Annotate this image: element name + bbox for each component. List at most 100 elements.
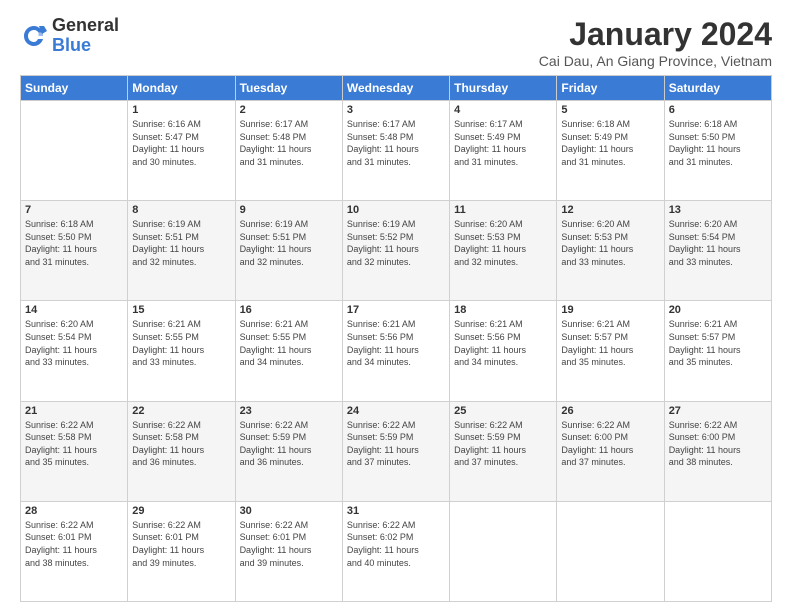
table-row: 18 Sunrise: 6:21 AM Sunset: 5:56 PM Dayli… bbox=[450, 301, 557, 401]
col-tuesday: Tuesday bbox=[235, 76, 342, 101]
logo-icon bbox=[20, 22, 48, 50]
day-number: 25 bbox=[454, 405, 552, 417]
table-row: 26 Sunrise: 6:22 AM Sunset: 6:00 PM Dayli… bbox=[557, 401, 664, 501]
day-number: 1 bbox=[132, 104, 230, 116]
day-number: 8 bbox=[132, 204, 230, 216]
day-number: 19 bbox=[561, 304, 659, 316]
table-row: 20 Sunrise: 6:21 AM Sunset: 5:57 PM Dayli… bbox=[664, 301, 771, 401]
day-info: Sunrise: 6:21 AM Sunset: 5:55 PM Dayligh… bbox=[240, 318, 338, 368]
day-info: Sunrise: 6:18 AM Sunset: 5:50 PM Dayligh… bbox=[669, 118, 767, 168]
day-info: Sunrise: 6:20 AM Sunset: 5:54 PM Dayligh… bbox=[25, 318, 123, 368]
day-info: Sunrise: 6:19 AM Sunset: 5:52 PM Dayligh… bbox=[347, 218, 445, 268]
day-info: Sunrise: 6:22 AM Sunset: 6:00 PM Dayligh… bbox=[561, 419, 659, 469]
logo-general-text: General bbox=[52, 16, 119, 36]
day-number: 17 bbox=[347, 304, 445, 316]
day-info: Sunrise: 6:22 AM Sunset: 5:58 PM Dayligh… bbox=[132, 419, 230, 469]
table-row: 12 Sunrise: 6:20 AM Sunset: 5:53 PM Dayli… bbox=[557, 201, 664, 301]
day-number: 15 bbox=[132, 304, 230, 316]
logo-text: General Blue bbox=[52, 16, 119, 56]
day-info: Sunrise: 6:17 AM Sunset: 5:49 PM Dayligh… bbox=[454, 118, 552, 168]
day-number: 6 bbox=[669, 104, 767, 116]
day-number: 22 bbox=[132, 405, 230, 417]
day-number: 10 bbox=[347, 204, 445, 216]
day-number: 4 bbox=[454, 104, 552, 116]
header: General Blue January 2024 Cai Dau, An Gi… bbox=[20, 16, 772, 69]
day-info: Sunrise: 6:19 AM Sunset: 5:51 PM Dayligh… bbox=[240, 218, 338, 268]
day-info: Sunrise: 6:21 AM Sunset: 5:55 PM Dayligh… bbox=[132, 318, 230, 368]
day-number: 28 bbox=[25, 505, 123, 517]
table-row: 19Sunrise: 6:21 AM Sunset: 5:57 PM Dayli… bbox=[557, 301, 664, 401]
day-number: 2 bbox=[240, 104, 338, 116]
table-row: 2 Sunrise: 6:17 AM Sunset: 5:48 PM Daylig… bbox=[235, 101, 342, 201]
day-number: 26 bbox=[561, 405, 659, 417]
calendar-week-row: 7Sunrise: 6:18 AM Sunset: 5:50 PM Daylig… bbox=[21, 201, 772, 301]
col-wednesday: Wednesday bbox=[342, 76, 449, 101]
table-row: 3 Sunrise: 6:17 AM Sunset: 5:48 PM Daylig… bbox=[342, 101, 449, 201]
table-row: 21 Sunrise: 6:22 AM Sunset: 5:58 PM Dayli… bbox=[21, 401, 128, 501]
day-info: Sunrise: 6:22 AM Sunset: 5:58 PM Dayligh… bbox=[25, 419, 123, 469]
table-row: 15 Sunrise: 6:21 AM Sunset: 5:55 PM Dayli… bbox=[128, 301, 235, 401]
calendar-week-row: 21 Sunrise: 6:22 AM Sunset: 5:58 PM Dayli… bbox=[21, 401, 772, 501]
table-row: 13 Sunrise: 6:20 AM Sunset: 5:54 PM Dayli… bbox=[664, 201, 771, 301]
table-row: 6 Sunrise: 6:18 AM Sunset: 5:50 PM Daylig… bbox=[664, 101, 771, 201]
table-row: 10 Sunrise: 6:19 AM Sunset: 5:52 PM Dayli… bbox=[342, 201, 449, 301]
day-info: Sunrise: 6:22 AM Sunset: 6:01 PM Dayligh… bbox=[25, 519, 123, 569]
day-info: Sunrise: 6:21 AM Sunset: 5:56 PM Dayligh… bbox=[347, 318, 445, 368]
day-number: 5 bbox=[561, 104, 659, 116]
col-thursday: Thursday bbox=[450, 76, 557, 101]
day-number: 3 bbox=[347, 104, 445, 116]
day-info: Sunrise: 6:22 AM Sunset: 5:59 PM Dayligh… bbox=[347, 419, 445, 469]
calendar-header-row: Sunday Monday Tuesday Wednesday Thursday… bbox=[21, 76, 772, 101]
table-row: 5 Sunrise: 6:18 AM Sunset: 5:49 PM Daylig… bbox=[557, 101, 664, 201]
col-saturday: Saturday bbox=[664, 76, 771, 101]
title-block: January 2024 Cai Dau, An Giang Province,… bbox=[539, 16, 772, 69]
day-info: Sunrise: 6:22 AM Sunset: 6:01 PM Dayligh… bbox=[240, 519, 338, 569]
table-row: 22 Sunrise: 6:22 AM Sunset: 5:58 PM Dayli… bbox=[128, 401, 235, 501]
logo-blue-text: Blue bbox=[52, 36, 119, 56]
table-row bbox=[21, 101, 128, 201]
day-info: Sunrise: 6:16 AM Sunset: 5:47 PM Dayligh… bbox=[132, 118, 230, 168]
table-row: 30 Sunrise: 6:22 AM Sunset: 6:01 PM Dayli… bbox=[235, 501, 342, 601]
day-info: Sunrise: 6:21 AM Sunset: 5:56 PM Dayligh… bbox=[454, 318, 552, 368]
day-number: 18 bbox=[454, 304, 552, 316]
day-number: 12 bbox=[561, 204, 659, 216]
calendar-week-row: 28 Sunrise: 6:22 AM Sunset: 6:01 PM Dayli… bbox=[21, 501, 772, 601]
day-number: 23 bbox=[240, 405, 338, 417]
day-info: Sunrise: 6:20 AM Sunset: 5:53 PM Dayligh… bbox=[561, 218, 659, 268]
month-title: January 2024 bbox=[539, 16, 772, 53]
page: General Blue January 2024 Cai Dau, An Gi… bbox=[0, 0, 792, 612]
table-row: 14 Sunrise: 6:20 AM Sunset: 5:54 PM Dayli… bbox=[21, 301, 128, 401]
day-number: 21 bbox=[25, 405, 123, 417]
table-row: 4 Sunrise: 6:17 AM Sunset: 5:49 PM Daylig… bbox=[450, 101, 557, 201]
day-info: Sunrise: 6:22 AM Sunset: 5:59 PM Dayligh… bbox=[240, 419, 338, 469]
table-row: 28 Sunrise: 6:22 AM Sunset: 6:01 PM Dayli… bbox=[21, 501, 128, 601]
day-info: Sunrise: 6:17 AM Sunset: 5:48 PM Dayligh… bbox=[347, 118, 445, 168]
table-row: 1 Sunrise: 6:16 AM Sunset: 5:47 PM Daylig… bbox=[128, 101, 235, 201]
day-info: Sunrise: 6:22 AM Sunset: 6:02 PM Dayligh… bbox=[347, 519, 445, 569]
table-row bbox=[557, 501, 664, 601]
day-number: 7 bbox=[25, 204, 123, 216]
day-number: 24 bbox=[347, 405, 445, 417]
day-number: 16 bbox=[240, 304, 338, 316]
day-info: Sunrise: 6:20 AM Sunset: 5:54 PM Dayligh… bbox=[669, 218, 767, 268]
day-number: 14 bbox=[25, 304, 123, 316]
location-subtitle: Cai Dau, An Giang Province, Vietnam bbox=[539, 53, 772, 69]
table-row: 24 Sunrise: 6:22 AM Sunset: 5:59 PM Dayli… bbox=[342, 401, 449, 501]
day-info: Sunrise: 6:22 AM Sunset: 6:00 PM Dayligh… bbox=[669, 419, 767, 469]
calendar-week-row: 14 Sunrise: 6:20 AM Sunset: 5:54 PM Dayli… bbox=[21, 301, 772, 401]
day-number: 9 bbox=[240, 204, 338, 216]
table-row: 17 Sunrise: 6:21 AM Sunset: 5:56 PM Dayli… bbox=[342, 301, 449, 401]
table-row: 29Sunrise: 6:22 AM Sunset: 6:01 PM Dayli… bbox=[128, 501, 235, 601]
day-number: 20 bbox=[669, 304, 767, 316]
day-info: Sunrise: 6:17 AM Sunset: 5:48 PM Dayligh… bbox=[240, 118, 338, 168]
day-number: 30 bbox=[240, 505, 338, 517]
day-info: Sunrise: 6:18 AM Sunset: 5:49 PM Dayligh… bbox=[561, 118, 659, 168]
table-row bbox=[450, 501, 557, 601]
day-info: Sunrise: 6:21 AM Sunset: 5:57 PM Dayligh… bbox=[669, 318, 767, 368]
table-row bbox=[664, 501, 771, 601]
day-number: 13 bbox=[669, 204, 767, 216]
col-friday: Friday bbox=[557, 76, 664, 101]
day-info: Sunrise: 6:20 AM Sunset: 5:53 PM Dayligh… bbox=[454, 218, 552, 268]
day-number: 11 bbox=[454, 204, 552, 216]
day-info: Sunrise: 6:22 AM Sunset: 5:59 PM Dayligh… bbox=[454, 419, 552, 469]
